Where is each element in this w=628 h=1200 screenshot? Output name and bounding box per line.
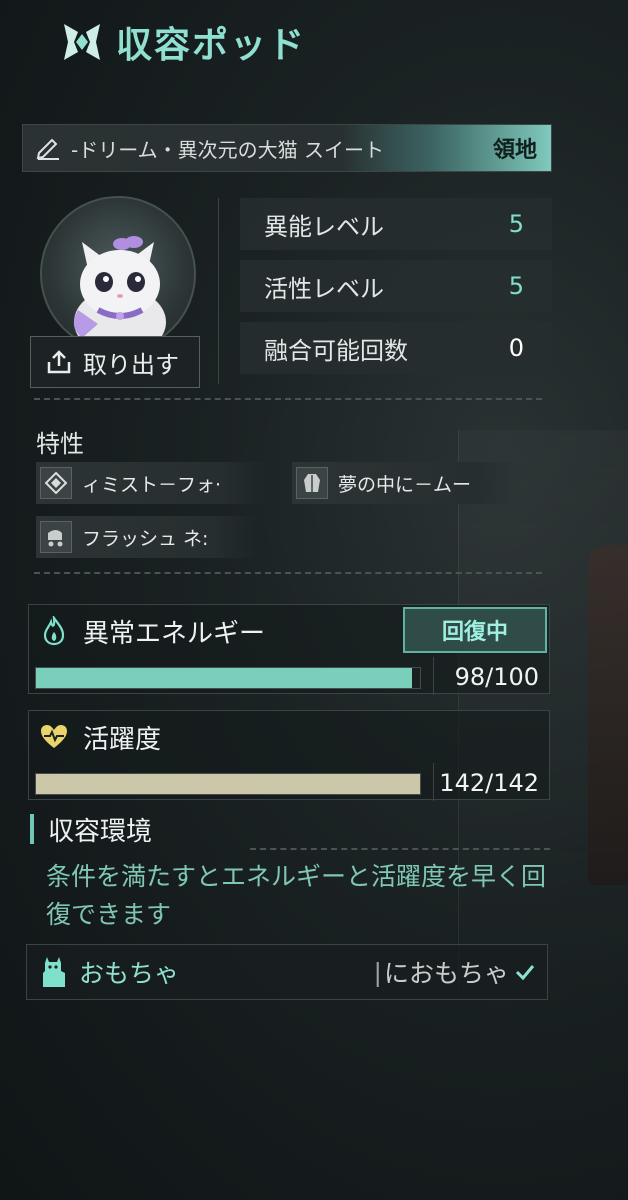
environment-description: 条件を満たすとエネルギーと活躍度を早く回復できます <box>46 862 547 929</box>
environment-title: 収容環境 <box>48 816 153 847</box>
trait-label: ィミスト－フォ‧ <box>82 473 222 496</box>
background-figure <box>588 545 628 885</box>
trait-label: 夢の中に－ムー <box>338 473 472 496</box>
robe-icon <box>296 467 328 499</box>
stat-ability-level: 異能レベル 5 <box>240 198 552 250</box>
creature-name-bar[interactable]: ‐ドリーム・異次元の大猫 スイート 領地 <box>22 124 552 172</box>
traits-title: 特性 <box>36 430 84 458</box>
stat-label: 活性レベル <box>264 274 384 303</box>
toy-status-text: におもちゃ <box>383 959 509 988</box>
energy-value: 98/100 <box>454 663 539 691</box>
header: 収容ポッド <box>60 14 306 70</box>
pod-logo-icon <box>64 24 100 60</box>
dashed-divider <box>250 848 550 850</box>
vitality-header: 活躍度 <box>29 711 549 763</box>
stat-value: 5 <box>508 272 524 300</box>
page-title: 収容ポッド <box>116 25 307 66</box>
dashed-divider <box>34 572 542 574</box>
alpaca-toy-icon <box>43 957 65 987</box>
bar-divider <box>433 657 434 695</box>
energy-bar-fill <box>36 668 413 688</box>
environment-section-title: 収容環境 <box>30 812 153 847</box>
stat-label: 異能レベル <box>264 212 384 241</box>
heart-pulse-icon <box>41 725 67 748</box>
vitality-bar-fill <box>36 774 420 794</box>
stat-activity-level: 活性レベル 5 <box>240 260 552 312</box>
section-accent <box>30 814 34 844</box>
vitality-bar <box>35 773 421 795</box>
toy-condition-row[interactable]: おもちゃ | におもちゃ <box>26 944 548 1000</box>
territory-label[interactable]: 領地 <box>493 132 537 164</box>
divider <box>218 198 219 384</box>
recovering-badge: 回復中 <box>403 607 547 653</box>
bar-divider <box>433 763 434 801</box>
upload-icon <box>47 350 71 374</box>
vitality-title: 活躍度 <box>83 724 162 755</box>
pencil-icon[interactable] <box>35 135 61 161</box>
trait-label: フラッシュ ネ: <box>82 527 209 550</box>
stat-fusion-count: 融合可能回数 0 <box>240 322 552 374</box>
toy-status: | におもちゃ <box>374 954 537 990</box>
retrieve-button[interactable]: 取り出す <box>30 336 200 388</box>
energy-bar <box>35 667 421 689</box>
trait-item[interactable]: ィミスト－フォ‧ <box>36 462 268 504</box>
dashed-divider <box>34 398 542 400</box>
flame-icon <box>43 616 65 646</box>
energy-panel: 異常エネルギー 回復中 98/100 <box>28 604 550 695</box>
stat-value: 5 <box>508 210 524 238</box>
diamond-icon <box>40 467 72 499</box>
retrieve-label: 取り出す <box>83 350 179 379</box>
stat-value: 0 <box>508 334 524 362</box>
stat-label: 融合可能回数 <box>264 336 408 365</box>
pram-icon <box>40 521 72 553</box>
creature-portrait <box>40 196 196 352</box>
vitality-panel: 活躍度 142/142 <box>28 710 550 801</box>
creature-name: ‐ドリーム・異次元の大猫 スイート <box>71 137 384 162</box>
cat-avatar <box>73 236 166 350</box>
energy-title: 異常エネルギー <box>83 618 266 649</box>
vitality-value: 142/142 <box>439 769 539 797</box>
trait-item[interactable]: 夢の中に－ムー <box>292 462 522 504</box>
check-icon <box>515 965 535 981</box>
trait-item[interactable]: フラッシュ ネ: <box>36 516 258 558</box>
toy-label: おもちゃ <box>79 959 180 988</box>
